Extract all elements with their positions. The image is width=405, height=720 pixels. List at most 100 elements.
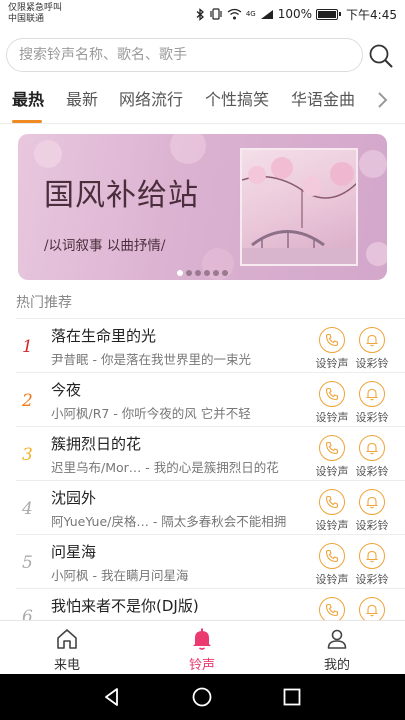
home-circle-icon [192, 687, 212, 707]
home-button[interactable] [191, 686, 213, 708]
song-rank: 1 [22, 337, 33, 357]
song-row[interactable]: 3 簇拥烈日的花 迟里乌布/Mor… - 我的心是簇拥烈日的花 设铃声 设彩铃 [16, 426, 405, 480]
tabs-more-button[interactable] [370, 88, 394, 112]
song-title: 今夜 [51, 381, 82, 399]
wifi-icon [227, 8, 242, 20]
banner-dot[interactable] [222, 270, 228, 276]
banner-title: 国风补给站 [44, 178, 199, 213]
set-ringtone-button[interactable]: 设铃声 [312, 327, 352, 371]
banner-dot[interactable] [186, 270, 192, 276]
song-rank: 3 [22, 445, 33, 465]
set-ringtone-label: 设铃声 [315, 519, 349, 532]
bell-icon [193, 628, 211, 650]
nav-ringtones[interactable]: 铃声 [162, 621, 242, 675]
back-button[interactable] [101, 686, 123, 708]
profile-icon [327, 629, 347, 649]
song-artist-lyric: 尹昔眠 - 你是落在我世界里的一束光 [51, 352, 251, 367]
search-box[interactable] [6, 38, 363, 72]
bell-icon [366, 442, 378, 455]
nav-label: 来电 [53, 658, 80, 673]
set-ringtone-label: 设铃声 [315, 573, 349, 586]
song-row[interactable]: 5 问星海 小阿枫 - 我在瞒月问星海 设铃声 设彩铃 [16, 534, 405, 588]
set-crbt-label: 设彩铃 [355, 357, 389, 370]
chevron-right-icon [378, 92, 388, 108]
song-row[interactable]: 4 沈园外 阿YueYue/戾格… - 隔太多春秋会不能相拥 设铃声 设彩铃 [16, 480, 405, 534]
tab-internet-popular[interactable]: 网络流行 [119, 88, 183, 112]
bell-icon [366, 550, 378, 563]
banner-subtitle: /以词叙事 以曲抒情/ [44, 238, 166, 254]
banner-dot[interactable] [195, 270, 201, 276]
tab-new[interactable]: 最新 [66, 88, 98, 112]
carrier-line-emergency: 仅限紧急呼叫 [8, 3, 63, 13]
song-artist-lyric: 迟里乌布/Mor… - 我的心是簇拥烈日的花 [51, 460, 279, 475]
set-ringtone-button[interactable]: 设铃声 [312, 543, 352, 587]
banner-dot[interactable] [177, 270, 183, 276]
song-rank: 2 [22, 391, 33, 411]
promo-banner[interactable]: 国风补给站 /以词叙事 以曲抒情/ [18, 134, 387, 280]
back-triangle-icon [105, 688, 118, 706]
bell-icon [366, 496, 378, 509]
system-nav-bar [0, 674, 405, 720]
tab-hot[interactable]: 最热 [12, 88, 44, 112]
set-crbt-button[interactable]: 设彩铃 [352, 489, 392, 533]
set-crbt-label: 设彩铃 [355, 411, 389, 424]
phone-icon [325, 441, 339, 455]
song-artist-lyric: 小阿枫 - 我在瞒月问星海 [51, 568, 189, 583]
set-ringtone-button[interactable]: 设铃声 [312, 435, 352, 479]
battery-percent: 100% [277, 7, 313, 21]
set-crbt-button[interactable]: 设彩铃 [352, 381, 392, 425]
search-button[interactable] [367, 42, 395, 70]
set-crbt-label: 设彩铃 [355, 465, 389, 478]
search-row [0, 36, 405, 76]
phone-icon [325, 549, 339, 563]
set-crbt-button[interactable]: 设彩铃 [352, 435, 392, 479]
section-title-hot-picks: 热门推荐 [16, 295, 72, 311]
song-rank: 5 [22, 553, 33, 573]
category-tabs: 最热 最新 网络流行 个性搞笑 华语金曲 [0, 80, 405, 124]
bell-icon [366, 604, 378, 617]
recents-button[interactable] [281, 686, 303, 708]
song-row[interactable]: 2 今夜 小阿枫/R7 - 你听今夜的风 它并不轻 设铃声 设彩铃 [16, 372, 405, 426]
set-ringtone-label: 设铃声 [315, 357, 349, 370]
song-title: 落在生命里的光 [51, 327, 157, 345]
song-title: 我怕来者不是你(DJ版) [51, 597, 199, 615]
cherry-blossom-bridge-image [242, 157, 356, 264]
status-bar: 仅限紧急呼叫 中国联通 4G 100% 下午4:45 [0, 0, 405, 30]
status-icons: 4G 100% 下午4:45 [191, 6, 397, 22]
nav-label: 我的 [323, 658, 350, 673]
banner-dot[interactable] [204, 270, 210, 276]
set-ringtone-label: 设铃声 [315, 411, 349, 424]
banner-pagination [18, 270, 387, 276]
search-input[interactable] [19, 39, 349, 71]
bluetooth-icon [195, 7, 205, 21]
song-title: 簇拥烈日的花 [51, 435, 142, 453]
nav-profile[interactable]: 我的 [297, 621, 377, 675]
tab-funny[interactable]: 个性搞笑 [205, 88, 269, 112]
set-ringtone-button[interactable]: 设铃声 [312, 381, 352, 425]
search-icon [369, 44, 393, 68]
phone-icon [325, 495, 339, 509]
bell-icon [366, 334, 378, 347]
active-tab-indicator [12, 120, 42, 123]
clock: 下午4:45 [346, 7, 397, 22]
tab-chinese-classics[interactable]: 华语金曲 [291, 88, 355, 112]
set-crbt-button[interactable]: 设彩铃 [352, 327, 392, 371]
set-crbt-label: 设彩铃 [355, 573, 389, 586]
nav-incoming-call[interactable]: 来电 [27, 621, 107, 675]
song-rank: 4 [22, 499, 33, 519]
home-icon [57, 629, 77, 649]
set-crbt-button[interactable]: 设彩铃 [352, 543, 392, 587]
banner-dot[interactable] [213, 270, 219, 276]
nav-label: 铃声 [188, 658, 215, 673]
set-crbt-label: 设彩铃 [355, 519, 389, 532]
vibrate-icon [209, 8, 223, 20]
phone-icon [325, 603, 339, 617]
signal-icon [260, 9, 274, 20]
set-ringtone-button[interactable]: 设铃声 [312, 489, 352, 533]
bottom-nav: 来电 铃声 我的 [0, 620, 405, 674]
set-ringtone-label: 设铃声 [315, 465, 349, 478]
song-artist-lyric: 阿YueYue/戾格… - 隔太多春秋会不能相拥 [51, 514, 287, 529]
song-row[interactable]: 1 落在生命里的光 尹昔眠 - 你是落在我世界里的一束光 设铃声 设彩铃 [16, 318, 405, 372]
song-artist-lyric: 小阿枫/R7 - 你听今夜的风 它并不轻 [51, 406, 251, 421]
carrier-line-name: 中国联通 [8, 14, 45, 24]
